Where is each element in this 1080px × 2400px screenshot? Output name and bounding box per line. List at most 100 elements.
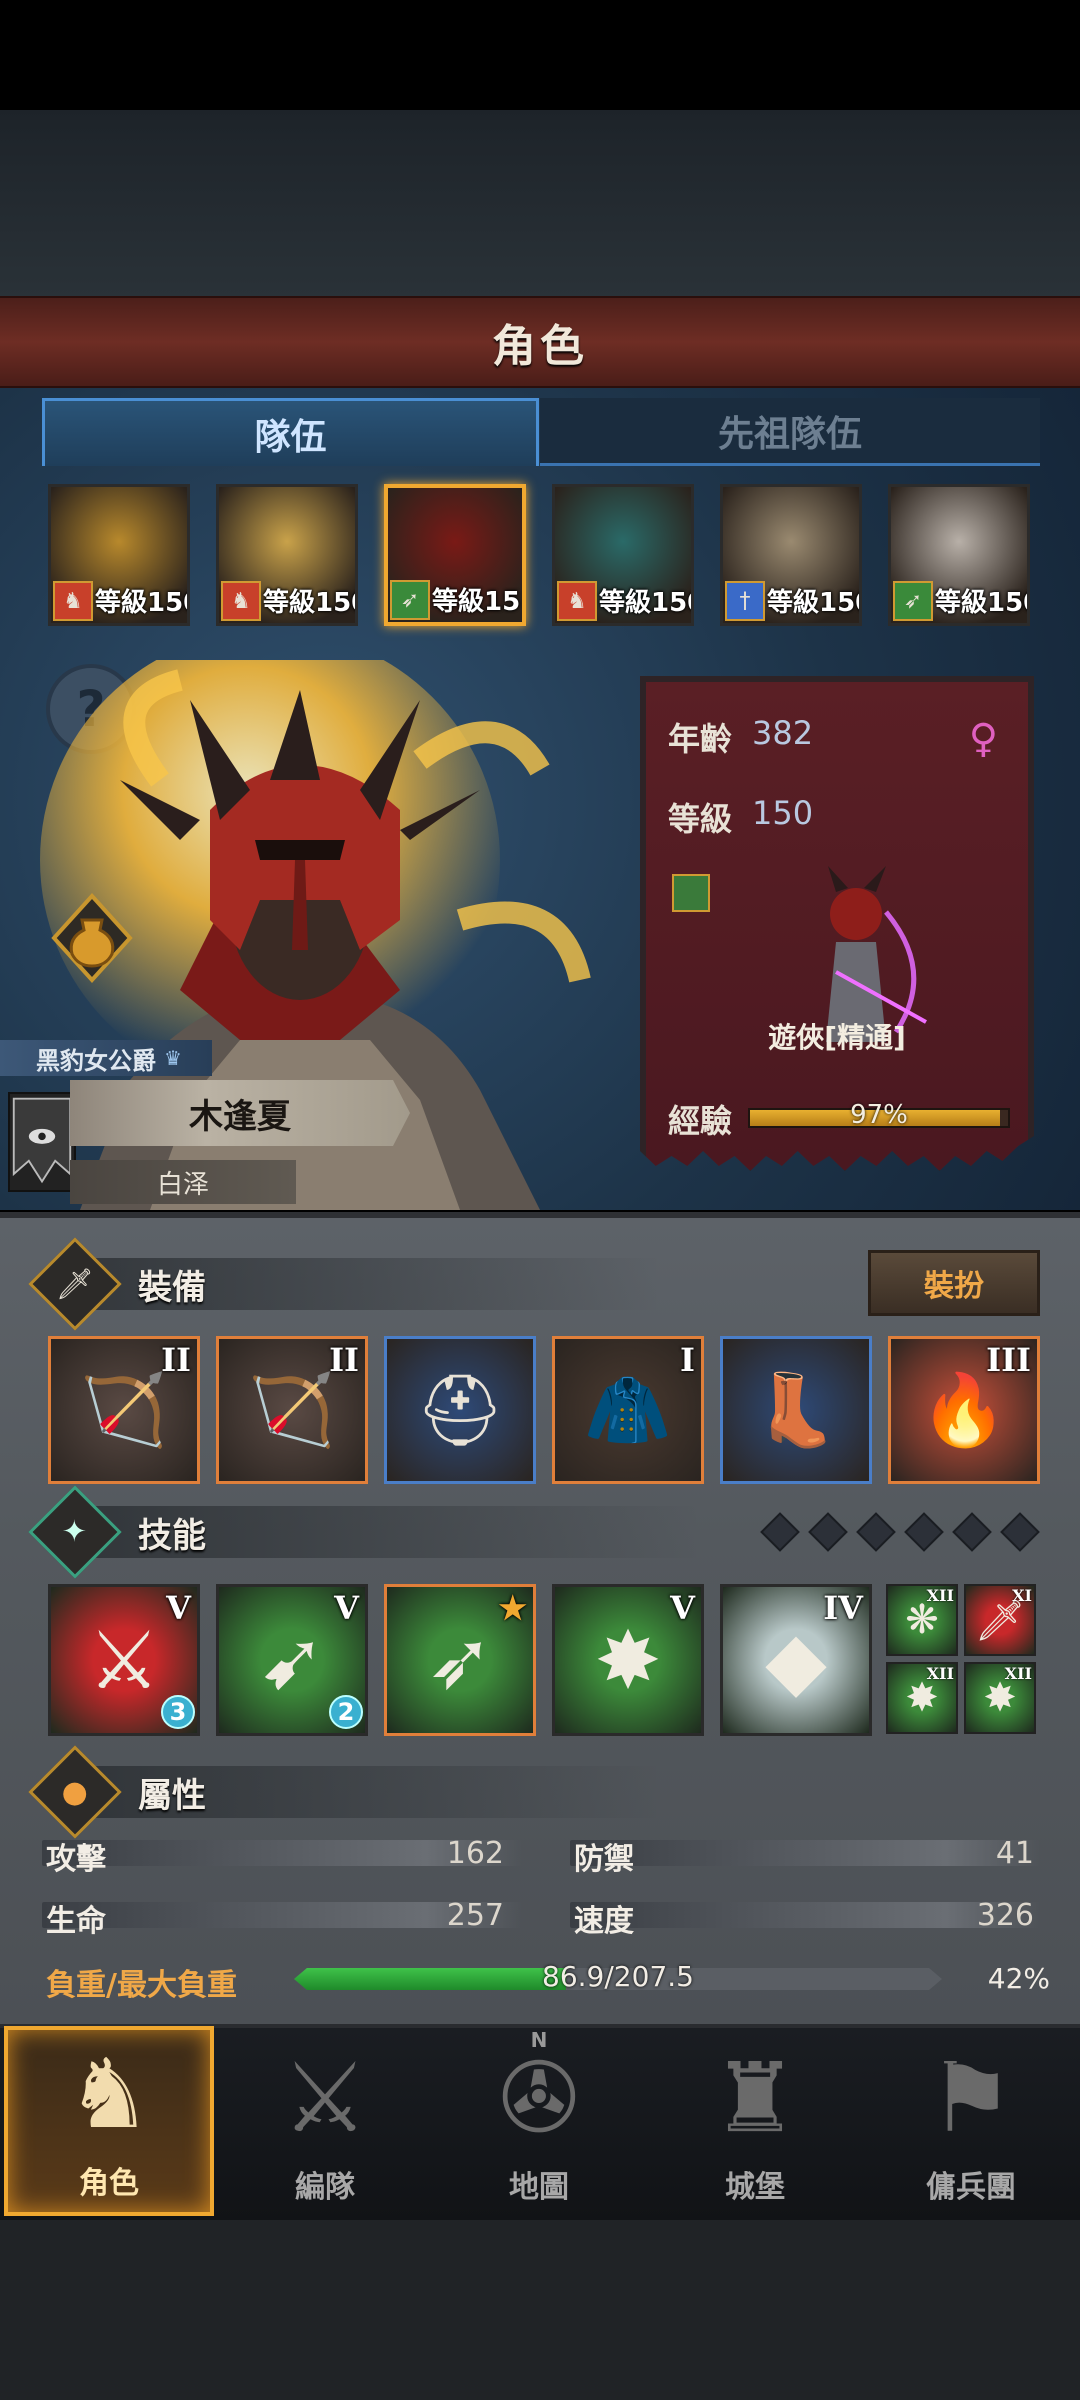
load-percent: 42% (987, 1962, 1050, 1995)
character-name: 木逢夏 (70, 1080, 410, 1146)
load-label: 負重/最大負重 (46, 1968, 237, 2003)
level-label: 等級 (668, 800, 733, 838)
exp-percent: 97% (850, 1100, 908, 1130)
hero-level: 等級150 (95, 588, 187, 618)
speed-label: 速度 (574, 1904, 634, 1939)
mercenary-icon: ⚑ (927, 2042, 1015, 2154)
skill-slot[interactable]: ➹ V 2 (216, 1584, 368, 1736)
nav-label: 編隊 (295, 2170, 355, 2205)
equipment-slot[interactable]: 🧥 I (552, 1336, 704, 1484)
compass-map-icon: ✇ (498, 2042, 580, 2154)
equipment-header: 🗡 裝備 (28, 1237, 206, 1331)
potion-button[interactable] (46, 892, 138, 984)
skill-tier: V (334, 1589, 359, 1627)
item-tier: II (161, 1341, 191, 1379)
attributes-header: ● 屬性 (28, 1745, 206, 1839)
skill-gem-badge: 3 (161, 1695, 195, 1729)
page-title: 角色 (492, 321, 588, 372)
load-value: 86.9/207.5 (542, 1960, 694, 1993)
equipment-slot[interactable]: 🏹 II (216, 1336, 368, 1484)
hero-card[interactable]: ♞等級150 (48, 484, 190, 626)
passive-skill-slot[interactable]: 🗡 XI (964, 1584, 1036, 1656)
status-bar-area (0, 0, 1080, 110)
skill-tier: XII (926, 1586, 954, 1605)
hp-value: 257 (446, 1898, 504, 1933)
formation-icon: ⚔ (281, 2042, 369, 2154)
item-tier: III (986, 1341, 1031, 1379)
attributes-title: 屬性 (138, 1775, 206, 1816)
skill-slot[interactable]: ⚔ V 3 (48, 1584, 200, 1736)
hero-level: 等級150 (767, 588, 859, 618)
equipment-slot[interactable]: 🔥 III (888, 1336, 1040, 1484)
equipment-slot[interactable]: 👢 (720, 1336, 872, 1484)
hero-card[interactable]: ♞等級150 (552, 484, 694, 626)
faction-banner-icon (8, 1092, 76, 1192)
horse-icon: ♞ (221, 581, 261, 621)
passive-skill-slot[interactable]: ✸ XII (964, 1662, 1036, 1734)
star-icon: ★ (498, 1589, 527, 1627)
nav-label: 角色 (79, 2166, 139, 2201)
skill-tier: XII (926, 1664, 954, 1683)
skill-tier: XII (1004, 1664, 1032, 1683)
equipment-slot[interactable]: ⛑ (384, 1336, 536, 1484)
age-value: 382 (752, 714, 814, 752)
nav-castle[interactable]: ♜ 城堡 (650, 2026, 860, 2216)
skill-slot[interactable]: ✸ V (552, 1584, 704, 1736)
passive-skill-slot[interactable]: ❋ XII (886, 1584, 958, 1656)
skill-tier: V (166, 1589, 191, 1627)
nav-label: 傭兵團 (926, 2170, 1016, 2205)
tab-ancestor-team[interactable]: 先祖隊伍 (540, 398, 1040, 466)
compass-north-label: N (530, 2028, 548, 2052)
skill-tier: IV (823, 1589, 863, 1627)
hero-level: 等級150 (263, 588, 355, 618)
skill-slot[interactable]: ➶ ★ (384, 1584, 536, 1736)
class-figure (826, 866, 927, 1042)
potion-icon (51, 893, 133, 983)
hero-card[interactable]: †等級150 (720, 484, 862, 626)
horse-icon: ♞ (557, 581, 597, 621)
age-label: 年齡 (668, 720, 733, 758)
equipment-title: 裝備 (138, 1267, 206, 1308)
defense-value: 41 (995, 1836, 1034, 1871)
skills-header: ✦ 技能 (28, 1485, 206, 1579)
nav-formation[interactable]: ⚔ 編隊 (220, 2026, 430, 2216)
nav-knight[interactable]: ♞ 角色 (4, 2026, 214, 2216)
hero-level: 等級15 (432, 587, 521, 617)
hero-level: 等級150 (599, 588, 691, 618)
character-info-card: 年齡 382 ♀ 等級 150 遊俠[精通] 經驗 97% (640, 676, 1034, 1171)
nav-label: 地圖 (509, 2170, 569, 2205)
passive-skill-slot[interactable]: ✸ XII (886, 1662, 958, 1734)
knight-icon: ♞ (65, 2038, 153, 2150)
hero-card[interactable]: ➶ 等級15 (384, 484, 526, 626)
crown-icon: ♛ (164, 1046, 182, 1070)
level-value: 150 (752, 794, 814, 832)
castle-icon: ♜ (711, 2042, 799, 2154)
skill-gem-badge: 2 (329, 1695, 363, 1729)
hero-card[interactable]: ➶等級150 (888, 484, 1030, 626)
hero-card[interactable]: ♞等級150 (216, 484, 358, 626)
helmet-icon: ⛑ (415, 1368, 505, 1451)
nav-mercenary[interactable]: ⚑ 傭兵團 (866, 2026, 1076, 2216)
bottom-background (0, 2220, 1080, 2400)
character-title: 黑豹女公爵 ♛ (0, 1040, 212, 1076)
attack-value: 162 (446, 1836, 504, 1871)
skill-tier: V (670, 1589, 695, 1627)
skills-title: 技能 (138, 1515, 206, 1556)
skill-slot[interactable]: ◆ IV (720, 1584, 872, 1736)
female-icon: ♀ (968, 716, 998, 762)
item-tier: I (680, 1341, 695, 1379)
sword-icon: † (725, 581, 765, 621)
top-background (0, 110, 1080, 300)
tab-team[interactable]: 隊伍 (42, 398, 539, 466)
speed-value: 326 (976, 1898, 1034, 1933)
bow-class-icon (672, 874, 710, 912)
nav-compass-map[interactable]: ✇ N 地圖 (434, 2026, 644, 2216)
attack-label: 攻擊 (46, 1842, 106, 1877)
bow-icon: ➶ (893, 581, 933, 621)
exp-label: 經驗 (668, 1102, 733, 1140)
page-title-bar: 角色 (0, 296, 1080, 388)
equipment-slot[interactable]: 🏹 II (48, 1336, 200, 1484)
horse-icon: ♞ (53, 581, 93, 621)
item-tier: II (329, 1341, 359, 1379)
dress-up-button[interactable]: 裝扮 (868, 1250, 1040, 1316)
